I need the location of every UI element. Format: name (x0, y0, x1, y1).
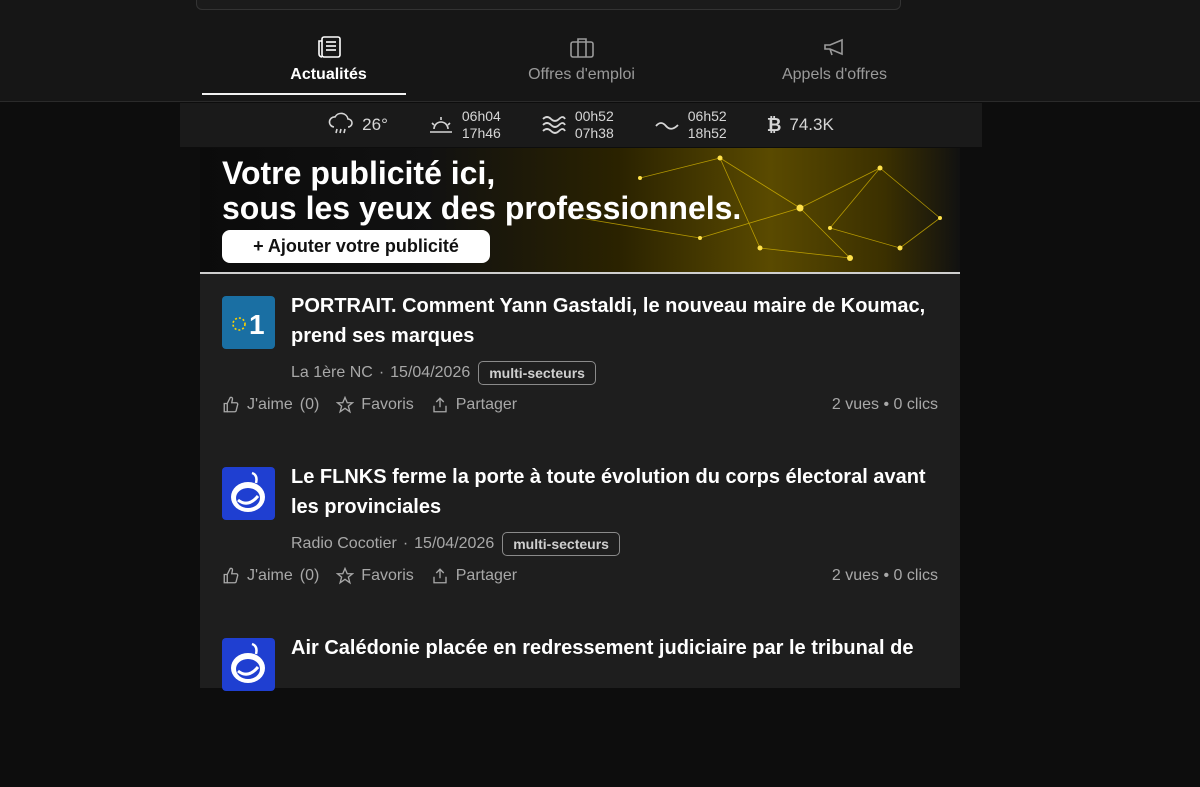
meta-separator: · (402, 535, 409, 552)
share-icon (431, 567, 449, 585)
banner-line-2: sous les yeux des professionnels. (222, 190, 742, 226)
svg-text:1: 1 (249, 309, 265, 340)
article-source[interactable]: La 1ère NC (291, 364, 373, 382)
like-label: J'aime (247, 567, 293, 584)
cloud-rain-icon (328, 112, 354, 139)
search-bar[interactable] (196, 0, 901, 10)
article-card[interactable]: Air Calédonie placée en redressement jud… (200, 616, 960, 787)
wave-icon (654, 112, 680, 139)
article-card[interactable]: Le FLNKS ferme la porte à toute évolutio… (200, 445, 960, 616)
low-tide-time-2: 18h52 (687, 125, 727, 141)
high-tide-item: 00h52 07h38 (541, 108, 614, 142)
sunset-time: 17h46 (461, 125, 501, 141)
tab-label: Actualités (290, 66, 367, 83)
article-meta: Radio Cocotier · 15/04/2026 multi-secteurs (291, 532, 620, 556)
news-feed: Votre publicité ici, sous les yeux des p… (200, 148, 960, 691)
thumbs-up-icon (222, 396, 240, 414)
article-card[interactable]: 1 PORTRAIT. Comment Yann Gastaldi, le nou… (200, 274, 960, 445)
bitcoin-item: ₿ 74.3K (767, 115, 834, 136)
bitcoin-value: 74.3K (789, 115, 834, 134)
meta-separator: · (378, 364, 385, 381)
tab-actualites[interactable]: Actualités (202, 30, 455, 98)
category-tabs: Actualités Offres d'emploi Appels d'offr… (202, 30, 962, 98)
tab-label: Appels d'offres (781, 66, 888, 83)
article-title[interactable]: Air Calédonie placée en redressement jud… (291, 633, 941, 663)
star-icon (336, 567, 355, 585)
article-source[interactable]: Radio Cocotier (291, 535, 397, 553)
temperature-value: 26° (362, 115, 388, 134)
like-count: (0) (299, 567, 320, 584)
like-button[interactable]: J'aime (0) (222, 567, 319, 585)
favorite-label: Favoris (361, 567, 414, 584)
article-title[interactable]: Le FLNKS ferme la porte à toute évolutio… (291, 462, 941, 522)
radio-cocotier-logo (222, 638, 275, 691)
like-button[interactable]: J'aime (0) (222, 396, 319, 414)
sector-tag[interactable]: multi-secteurs (478, 361, 596, 385)
newspaper-icon (316, 34, 342, 60)
share-label: Partager (455, 396, 518, 413)
share-button[interactable]: Partager (431, 567, 517, 585)
sector-tag[interactable]: multi-secteurs (502, 532, 620, 556)
megaphone-icon (822, 34, 848, 60)
article-stats: 2 vues • 0 clics (831, 396, 938, 413)
article-date: 15/04/2026 (390, 364, 471, 381)
bitcoin-icon: ₿ (766, 114, 782, 135)
like-count: (0) (299, 396, 320, 413)
article-date: 15/04/2026 (414, 535, 495, 552)
add-ad-button[interactable]: + Ajouter votre publicité (222, 230, 490, 263)
top-navigation: Actualités Offres d'emploi Appels d'offr… (0, 0, 1200, 102)
la1ere-logo: 1 (222, 296, 275, 349)
waves-icon (541, 112, 567, 139)
tab-label: Offres d'emploi (528, 66, 635, 83)
radio-cocotier-logo (222, 467, 275, 520)
sunrise-time: 06h04 (461, 108, 501, 124)
banner-headline: Votre publicité ici, sous les yeux des p… (222, 156, 741, 226)
favorite-button[interactable]: Favoris (336, 396, 414, 414)
high-tide-time: 00h52 (574, 108, 614, 124)
ad-banner[interactable]: Votre publicité ici, sous les yeux des p… (200, 148, 960, 274)
share-button[interactable]: Partager (431, 396, 517, 414)
sunrise-icon (428, 112, 454, 139)
share-icon (431, 396, 449, 414)
share-label: Partager (455, 567, 518, 584)
article-meta: La 1ère NC · 15/04/2026 multi-secteurs (291, 361, 596, 385)
sun-item: 06h04 17h46 (428, 108, 501, 142)
favorite-label: Favoris (361, 396, 414, 413)
article-title[interactable]: PORTRAIT. Comment Yann Gastaldi, le nouv… (291, 291, 941, 351)
like-label: J'aime (247, 396, 293, 413)
info-bar: 26° 06h04 17h46 00h52 07h38 06h52 18h52 … (180, 103, 982, 147)
tab-appels-offres[interactable]: Appels d'offres (708, 30, 961, 98)
article-actions: J'aime (0) Favoris Partager 2 vues • 0 clics (222, 567, 938, 585)
star-icon (336, 396, 355, 414)
article-stats: 2 vues • 0 clics (831, 567, 938, 584)
low-tide-time: 06h52 (687, 108, 727, 124)
temperature-item: 26° (328, 112, 388, 139)
thumbs-up-icon (222, 567, 240, 585)
briefcase-icon (569, 34, 595, 60)
article-actions: J'aime (0) Favoris Partager 2 vues • 0 clics (222, 396, 938, 414)
favorite-button[interactable]: Favoris (336, 567, 414, 585)
high-tide-time-2: 07h38 (574, 125, 614, 141)
tab-offres-emploi[interactable]: Offres d'emploi (455, 30, 708, 98)
low-tide-item: 06h52 18h52 (654, 108, 727, 142)
banner-line-1: Votre publicité ici, (222, 155, 496, 191)
